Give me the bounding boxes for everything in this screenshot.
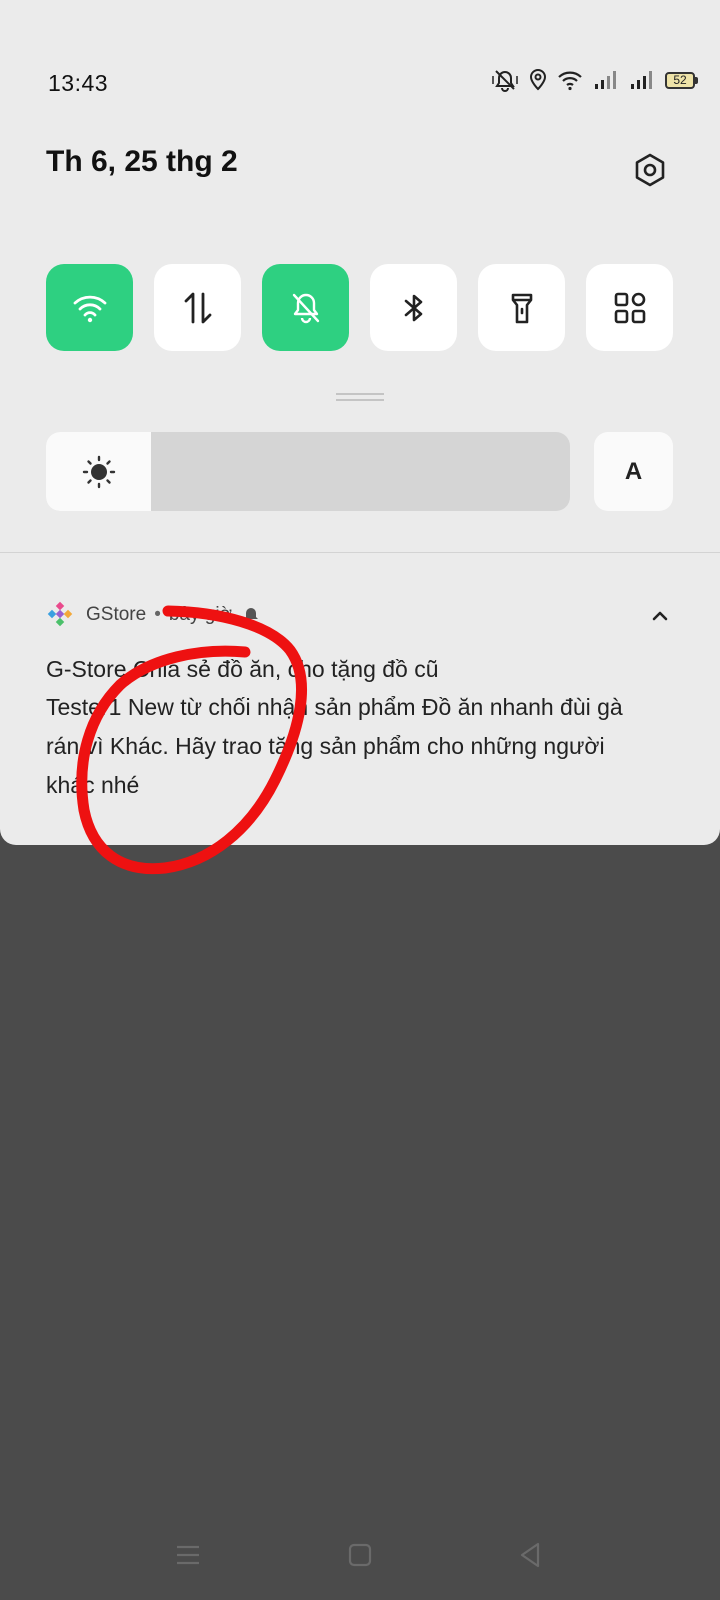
grid-icon	[614, 292, 645, 323]
chevron-up-icon	[652, 611, 668, 621]
date-label: Th 6, 25 thg 2	[46, 145, 238, 178]
battery-icon: 52	[665, 71, 698, 89]
collapse-notification-button[interactable]	[646, 602, 674, 630]
mobile-data-icon	[184, 292, 211, 323]
bluetooth-icon	[404, 294, 422, 321]
status-icons: 52	[491, 68, 698, 92]
brightness-slider[interactable]	[46, 432, 570, 511]
tile-bluetooth[interactable]	[370, 264, 457, 351]
settings-button[interactable]	[628, 148, 672, 192]
expand-handle[interactable]	[336, 393, 384, 401]
gstore-app-icon	[46, 601, 74, 629]
menu-button[interactable]	[158, 1520, 218, 1590]
settings-icon	[635, 153, 665, 187]
back-button[interactable]	[500, 1520, 560, 1590]
mute-vibrate-icon	[491, 68, 519, 92]
quick-settings-tiles	[46, 264, 673, 351]
notification-body[interactable]: Tester1 New từ chối nhận sản phẩm Đồ ăn …	[46, 688, 646, 805]
wifi-icon	[557, 69, 583, 91]
notification-app-name: GStore	[86, 604, 147, 625]
brightness-level	[46, 432, 151, 511]
divider	[0, 552, 720, 553]
battery-level: 52	[665, 71, 695, 89]
notification-title[interactable]: G-Store Chia sẻ đồ ăn, cho tặng đồ cũ	[46, 650, 676, 688]
wifi-icon	[73, 295, 106, 322]
notification-shade: 13:43 52 Th 6, 25 thg 2 A GStore • bây g…	[0, 0, 720, 845]
notification-header: GStore • bây giờ	[46, 600, 260, 630]
bell-icon	[242, 606, 260, 624]
tile-wifi[interactable]	[46, 264, 133, 351]
home-button[interactable]	[330, 1520, 390, 1590]
signal-icon	[593, 70, 619, 90]
bell-off-icon	[292, 293, 319, 323]
header-separator: •	[154, 604, 161, 625]
tile-silent-mode[interactable]	[262, 264, 349, 351]
sun-icon	[82, 455, 115, 488]
home-icon	[348, 1543, 372, 1567]
auto-brightness-button[interactable]: A	[594, 432, 673, 511]
tile-more[interactable]	[586, 264, 673, 351]
location-icon	[529, 69, 547, 91]
menu-icon	[177, 1545, 199, 1565]
tile-mobile-data[interactable]	[154, 264, 241, 351]
navigation-bar	[0, 1520, 720, 1590]
notification-time: bây giờ	[168, 604, 233, 625]
back-icon	[520, 1542, 540, 1568]
status-clock: 13:43	[48, 70, 109, 96]
status-bar: 13:43 52	[0, 60, 720, 104]
tile-flashlight[interactable]	[478, 264, 565, 351]
flashlight-icon	[511, 293, 532, 323]
signal-icon-2	[629, 70, 655, 90]
screen: 13:43 52 Th 6, 25 thg 2 A GStore • bây g…	[0, 0, 720, 1600]
